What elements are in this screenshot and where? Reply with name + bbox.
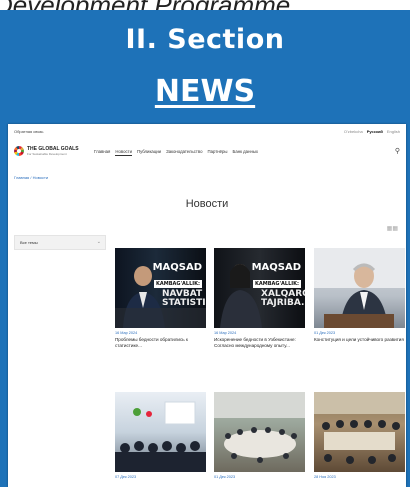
overlay-bottom: NAVBAT STATISTIKAGA	[162, 289, 206, 308]
overlay-top: MAQSAD	[251, 262, 301, 273]
section-subtitle: NEWS	[154, 74, 256, 109]
chevron-down-icon: ⌄	[96, 239, 101, 245]
grid-view-icon[interactable]: ▦▦	[387, 225, 398, 232]
lang-ru[interactable]: Русский	[367, 129, 383, 134]
news-card[interactable]: MAQSAD KAMBAG'ALLIK: XALQARO TAJRIBA... …	[214, 248, 305, 349]
overlay-mid: KAMBAG'ALLIK:	[153, 280, 202, 288]
topic-filter[interactable]: Все темы ⌄	[14, 235, 106, 250]
search-icon[interactable]: ⚲	[395, 147, 400, 155]
menu-news[interactable]: Новости	[115, 149, 132, 156]
news-date: 16 Мар 2024	[214, 331, 237, 335]
news-title[interactable]: Конституция и цели устойчивого развития	[314, 337, 405, 343]
news-image: MAQSAD KAMBAG'ALLIK: XALQARO TAJRIBA...	[214, 248, 305, 328]
news-image	[314, 392, 405, 472]
logo-subtitle: For Sustainable Development	[27, 152, 67, 156]
site-nav: THE GLOBAL GOALS For Sustainable Develop…	[8, 138, 406, 166]
site-topbar: Обратная связь O'zbekcha Русский English	[8, 124, 406, 138]
news-image	[115, 392, 206, 472]
menu-databank[interactable]: Банк данных	[233, 149, 259, 156]
breadcrumb-home[interactable]: Главная	[14, 175, 29, 180]
news-image	[214, 392, 305, 472]
overlay-mid: KAMBAG'ALLIK:	[252, 280, 301, 288]
news-card[interactable]: 07 Дек 2023	[115, 392, 206, 479]
slide: II. Section NEWS Обратная связь O'zbekch…	[0, 10, 410, 487]
news-card[interactable]: 01 Дек 2023	[214, 392, 305, 479]
news-image: MAQSAD KAMBAG'ALLIK: NAVBAT STATISTIKAGA	[115, 248, 206, 328]
lang-en[interactable]: English	[387, 129, 400, 134]
news-date: 28 Ноя 2023	[314, 475, 336, 479]
news-date: 01 Дек 2023	[214, 475, 236, 479]
breadcrumb: Главная / Новости	[14, 175, 49, 180]
sdg-logo-icon[interactable]	[14, 146, 24, 156]
news-image	[314, 248, 405, 328]
filter-label: Все темы	[20, 240, 38, 245]
breadcrumb-current: Новости	[32, 175, 49, 180]
website-screenshot: Обратная связь O'zbekcha Русский English…	[8, 124, 406, 487]
news-date: 07 Дек 2023	[115, 475, 137, 479]
news-title[interactable]: Проблемы бедности обратились к статистик…	[115, 337, 206, 349]
menu-publications[interactable]: Публикации	[137, 149, 161, 156]
feedback-link[interactable]: Обратная связь	[14, 129, 43, 134]
news-date: 01 Дек 2023	[314, 331, 336, 335]
overlay-bottom: XALQARO TAJRIBA...	[261, 289, 305, 308]
menu-partners[interactable]: Партнёры	[208, 149, 228, 156]
news-title[interactable]: Искоренение бедности в Узбекистане: Согл…	[214, 337, 305, 349]
menu-legislation[interactable]: Законодательство	[166, 149, 202, 156]
news-card[interactable]: 01 Дек 2023 Конституция и цели устойчиво…	[314, 248, 405, 343]
page-title: Новости	[185, 198, 229, 210]
language-switcher: O'zbekcha Русский English	[344, 129, 400, 134]
news-card[interactable]: 28 Ноя 2023	[314, 392, 405, 479]
main-menu: Главная Новости Публикации Законодательс…	[94, 149, 258, 156]
overlay-top: MAQSAD	[152, 262, 202, 273]
section-title: II. Section	[125, 24, 285, 55]
news-date: 16 Мар 2024	[115, 331, 138, 335]
lang-uz[interactable]: O'zbekcha	[344, 129, 363, 134]
news-card[interactable]: MAQSAD KAMBAG'ALLIK: NAVBAT STATISTIKAGA…	[115, 248, 206, 349]
slide-header: II. Section NEWS	[0, 10, 410, 120]
menu-home[interactable]: Главная	[94, 149, 110, 156]
